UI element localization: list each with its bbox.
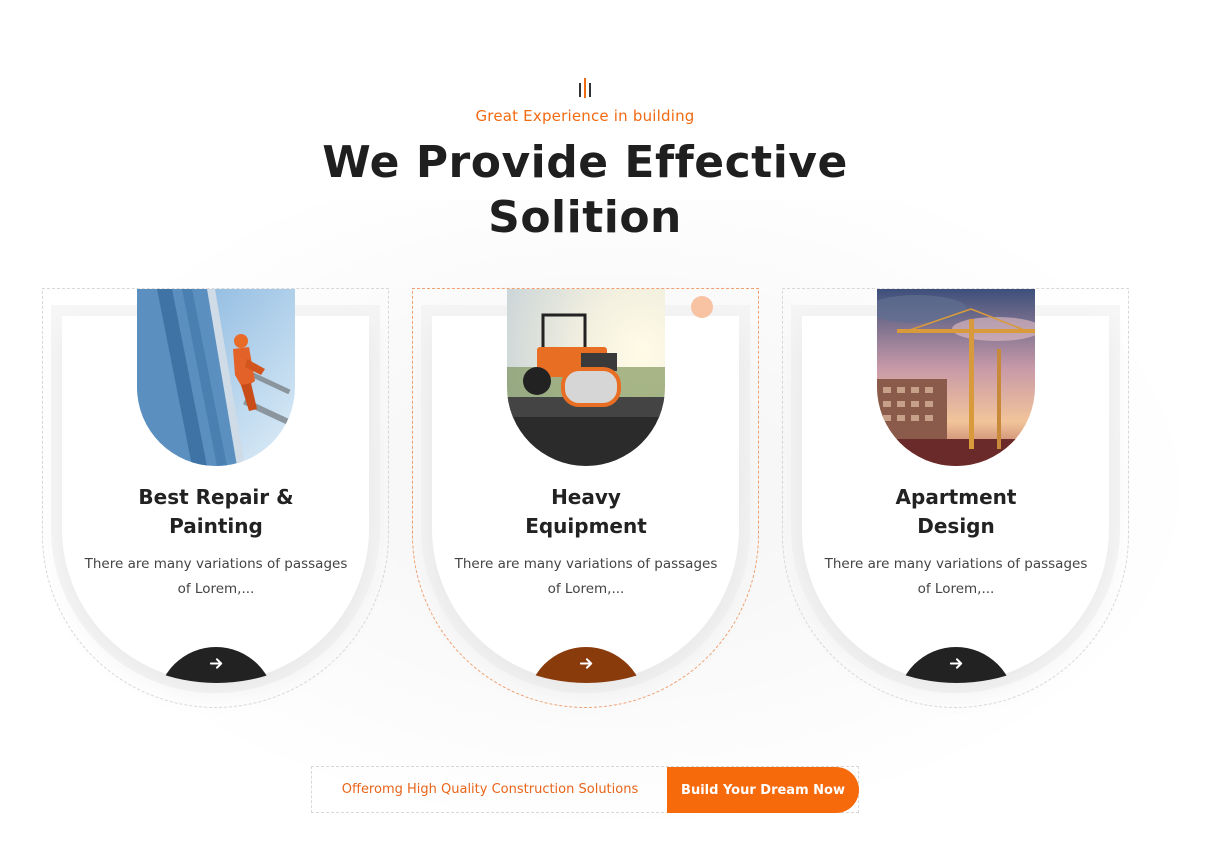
cta-text: Offeromg High Quality Construction Solut… [341, 782, 639, 797]
service-card-heavy-equipment[interactable]: Heavy Equipment There are many variation… [412, 288, 759, 708]
service-card-apartment-design[interactable]: Apartment Design There are many variatio… [782, 288, 1129, 708]
service-read-more-button[interactable] [897, 647, 1015, 683]
build-dream-button[interactable]: Build Your Dream Now [667, 767, 859, 813]
divider-icon [575, 78, 595, 100]
arrow-right-icon [579, 658, 592, 669]
section-header: Great Experience in building We Provide … [0, 78, 1170, 245]
service-read-more-button[interactable] [527, 647, 645, 683]
section-subtitle: Great Experience in building [475, 107, 695, 125]
service-read-more-button[interactable] [157, 647, 275, 683]
section-title: We Provide Effective Solition [322, 137, 848, 243]
arrow-right-icon [209, 658, 222, 669]
cta-bar: Offeromg High Quality Construction Solut… [311, 766, 859, 813]
arrow-right-icon [949, 658, 962, 669]
service-card-repair-painting[interactable]: Best Repair & Painting There are many va… [42, 288, 389, 708]
services-list: Best Repair & Painting There are many va… [42, 288, 1132, 718]
